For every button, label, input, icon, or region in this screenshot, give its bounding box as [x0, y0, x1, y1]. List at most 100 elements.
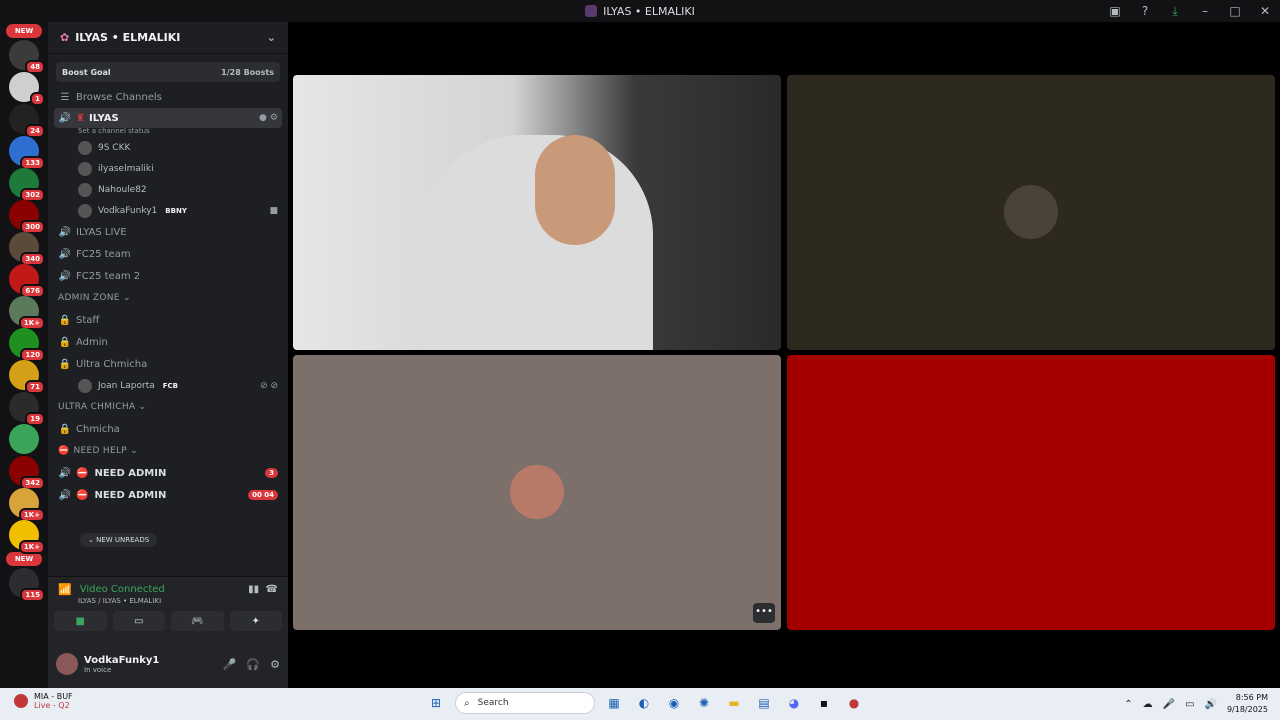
channel-name: NEED ADMIN — [94, 489, 167, 501]
copilot-icon[interactable]: ✺ — [693, 692, 715, 714]
unread-badge: 1 — [30, 92, 45, 106]
channel-name: Ultra Chmicha — [76, 358, 148, 370]
chevron-down-icon[interactable]: ⌄ — [267, 31, 276, 44]
soundboard-icon[interactable]: ▮▮ — [248, 584, 259, 595]
video-tile-avatar[interactable] — [787, 75, 1275, 350]
server-icon[interactable]: 133 — [9, 136, 45, 170]
voice-channel[interactable]: 🔊 FC25 team 2 — [48, 265, 288, 287]
video-tile-camera[interactable] — [293, 75, 781, 350]
server-header[interactable]: ✿ ILYAS • ELMALIKI ⌄ — [48, 22, 288, 54]
volume-icon[interactable]: 🔊 — [1205, 699, 1217, 710]
unread-badge: 1K+ — [18, 540, 45, 554]
boost-progress: 1/28 Boosts — [221, 67, 274, 77]
new-pill-bottom[interactable]: NEW — [6, 552, 42, 566]
server-icon[interactable]: 302 — [9, 168, 45, 202]
game-icon[interactable]: ● — [843, 692, 865, 714]
category-label: ADMIN ZONE — [58, 293, 120, 303]
voice-controls: ▮▮ ☎ — [248, 584, 278, 595]
locked-channel[interactable]: 🔒 Staff — [48, 309, 288, 331]
soundboard-button[interactable]: ✦ — [229, 611, 282, 631]
screen-share-button[interactable]: ▭ — [112, 611, 165, 631]
discord-icon[interactable]: ◕ — [783, 692, 805, 714]
voice-channel-path[interactable]: ILYAS / ILYAS • ELMALIKI — [48, 597, 288, 605]
video-grid: ••• — [288, 22, 1280, 688]
maximize-icon[interactable]: □ — [1220, 4, 1250, 18]
server-icon[interactable]: 24 — [9, 104, 45, 138]
clock-time: 8:56 PM — [1235, 693, 1268, 702]
server-icon[interactable]: 1 — [9, 72, 45, 106]
server-icon[interactable] — [9, 424, 39, 454]
user-name: 9S CKK — [98, 142, 131, 153]
voice-channel-ilyas[interactable]: 🔊 ♜ ILYAS ● ⚙ — [54, 108, 282, 128]
system-tray: ⌃ ☁ 🎤 ▭ 🔊 8:56 PM 9/18/2025 — [1124, 692, 1268, 716]
new-unreads-pill[interactable]: ⌄ NEW UNREADS — [80, 533, 158, 547]
category-ultra-chmicha[interactable]: ULTRA CHMICHA ⌄ — [48, 396, 288, 418]
microphone-icon[interactable]: 🎤 — [223, 658, 237, 671]
locked-channel[interactable]: 🔒 Ultra Chmicha — [48, 353, 288, 375]
close-icon[interactable]: ✕ — [1250, 4, 1280, 18]
locked-channel[interactable]: 🔒 Admin — [48, 331, 288, 353]
disconnect-icon[interactable]: ☎ — [266, 584, 278, 595]
voice-user[interactable]: Nahoule82 — [48, 179, 288, 200]
settings-icon[interactable]: ⚙ — [270, 658, 280, 671]
channel-chmicha[interactable]: 🔒 Chmicha — [48, 418, 288, 440]
channel-name: Chmicha — [76, 423, 120, 435]
activity-button[interactable]: 🎮 — [171, 611, 224, 631]
server-icon[interactable]: 1K+ — [9, 520, 45, 554]
more-options-button[interactable]: ••• — [753, 603, 775, 623]
edge-icon[interactable]: ◐ — [633, 692, 655, 714]
channel-status[interactable]: Set a channel status — [48, 127, 288, 135]
video-tile-red[interactable] — [787, 355, 1275, 630]
chevron-up-icon[interactable]: ⌃ — [1124, 699, 1132, 710]
avatar — [510, 465, 564, 519]
clock[interactable]: 8:56 PM 9/18/2025 — [1227, 692, 1268, 716]
server-icon[interactable]: 71 — [9, 360, 45, 394]
server-icon[interactable]: 676 — [9, 264, 45, 298]
mic-tray-icon[interactable]: 🎤 — [1163, 699, 1175, 710]
avatar[interactable] — [56, 653, 78, 675]
search-input[interactable]: ⌕ Search — [455, 692, 595, 714]
download-icon[interactable]: ⤓ — [1160, 4, 1190, 19]
channel-name: NEED ADMIN — [94, 467, 167, 479]
folder-icon[interactable]: ▬ — [723, 692, 745, 714]
server-icon[interactable]: 115 — [9, 568, 45, 602]
task-view-icon[interactable]: ▦ — [603, 692, 625, 714]
voice-channel[interactable]: 🔊 ILYAS LIVE — [48, 221, 288, 243]
app-icon[interactable]: ▪ — [813, 692, 835, 714]
category-need-help[interactable]: ⛔ NEED HELP ⌄ — [48, 440, 288, 462]
display-icon[interactable]: ▭ — [1185, 699, 1194, 710]
server-icon[interactable]: 120 — [9, 328, 45, 362]
unread-badge: 115 — [20, 588, 45, 602]
voice-user[interactable]: ilyaselmaliki — [48, 158, 288, 179]
server-icon[interactable]: 342 — [9, 456, 45, 490]
voice-channel[interactable]: 🔊 FC25 team — [48, 243, 288, 265]
store-icon[interactable]: ▤ — [753, 692, 775, 714]
category-admin-zone[interactable]: ADMIN ZONE ⌄ — [48, 287, 288, 309]
help-icon[interactable]: ? — [1130, 4, 1160, 18]
server-icon[interactable]: 340 — [9, 232, 45, 266]
voice-user[interactable]: VodkaFunky1 BBNY ■ — [48, 200, 288, 221]
video-tile-avatar[interactable] — [293, 355, 781, 630]
server-icon[interactable]: 300 — [9, 200, 45, 234]
voice-status[interactable]: Video Connected — [80, 584, 165, 595]
browse-channels[interactable]: ☰ Browse Channels — [48, 86, 288, 108]
server-icon[interactable]: 19 — [9, 392, 45, 426]
cloud-icon[interactable]: ☁ — [1143, 699, 1153, 710]
weather-widget[interactable]: MIA - BUF Live - Q2 — [14, 692, 73, 710]
server-icon[interactable]: 48 — [9, 40, 45, 74]
voice-user[interactable]: Joan Laporta FCB ⊘ ⊘ — [48, 375, 288, 396]
boost-goal-bar[interactable]: Boost Goal 1/28 Boosts — [56, 62, 280, 82]
screen-icon[interactable]: ▣ — [1100, 4, 1130, 18]
server-icon[interactable]: 1K+ — [9, 488, 45, 522]
voice-channel-need-admin[interactable]: 🔊 ⛔ NEED ADMIN 00 04 — [48, 484, 288, 506]
voice-channel-need-admin[interactable]: 🔊 ⛔ NEED ADMIN 3 — [48, 462, 288, 484]
server-icon[interactable]: 1K+ — [9, 296, 45, 330]
camera-button[interactable]: ■ — [54, 611, 107, 631]
new-pill[interactable]: NEW — [6, 24, 42, 38]
headphones-icon[interactable]: 🎧 — [246, 658, 260, 671]
chrome-icon[interactable]: ◉ — [663, 692, 685, 714]
minimize-icon[interactable]: – — [1190, 4, 1220, 18]
chat-icon[interactable]: ● ⚙ — [259, 113, 278, 123]
voice-user[interactable]: 9S CKK — [48, 137, 288, 158]
windows-start-icon[interactable]: ⊞ — [425, 692, 447, 714]
